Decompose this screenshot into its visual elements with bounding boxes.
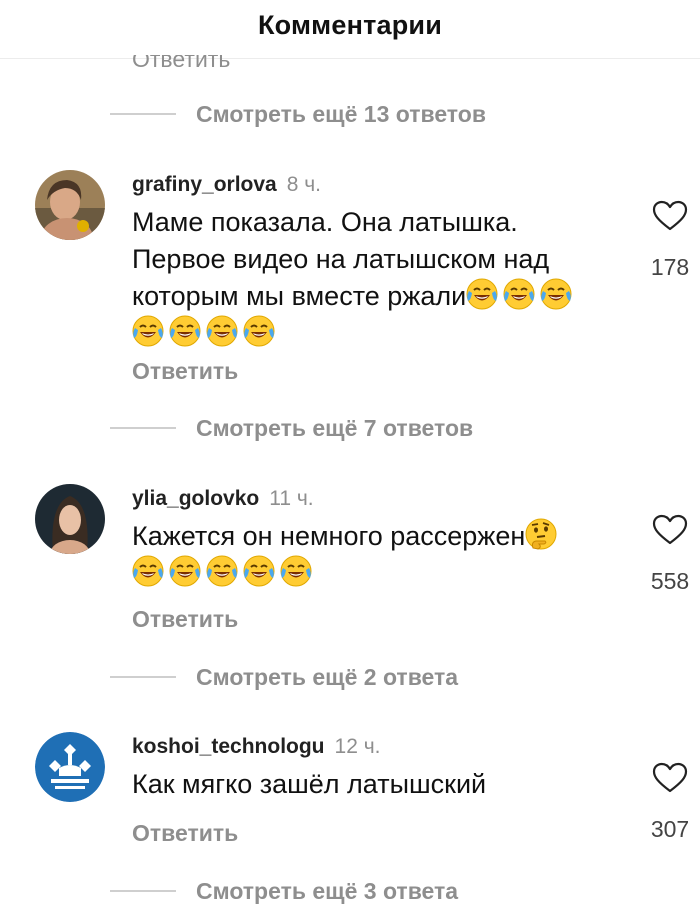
thinking-face-icon: [525, 518, 557, 550]
face-with-tears-of-joy-icon: [132, 555, 164, 587]
view-replies-button[interactable]: Смотреть ещё 3 ответа: [110, 876, 458, 906]
view-replies-button[interactable]: Смотреть ещё 7 ответов: [110, 413, 473, 443]
face-with-tears-of-joy-icon: [206, 315, 238, 347]
thread-line: [110, 427, 176, 429]
avatar[interactable]: [35, 170, 105, 240]
face-with-tears-of-joy-icon: [169, 555, 201, 587]
face-with-tears-of-joy-icon: [243, 315, 275, 347]
face-with-tears-of-joy-icon: [280, 555, 312, 587]
comment-meta: grafiny_orlova 8 ч.: [132, 170, 321, 200]
face-with-tears-of-joy-icon: [169, 315, 201, 347]
heart-icon[interactable]: [652, 514, 688, 546]
reply-button[interactable]: Ответить: [132, 55, 230, 73]
thread-line: [110, 113, 176, 115]
view-replies-label: Смотреть ещё 13 ответов: [196, 100, 486, 127]
comment-text: Маме показала. Она латышка. Первое видео…: [132, 204, 612, 352]
reply-button[interactable]: Ответить: [132, 358, 238, 385]
header-divider: [0, 58, 700, 59]
timestamp: 12 ч.: [334, 735, 381, 758]
comment-text-line: Как мягко зашёл латышский: [132, 769, 487, 799]
username[interactable]: ylia_golovko: [132, 487, 259, 511]
timestamp: 8 ч.: [286, 173, 322, 196]
top-bar: Комментарии: [0, 0, 700, 50]
emoji-line: [132, 315, 612, 352]
reply-button[interactable]: Ответить: [132, 820, 238, 847]
comment-text-fragment: Кажется он немного рассержен: [132, 521, 526, 551]
comment-text: Как мягко зашёл латышский: [132, 766, 612, 803]
face-with-tears-of-joy-icon: [466, 278, 498, 310]
thread-line: [110, 676, 176, 678]
company-logo: [35, 732, 105, 802]
username[interactable]: grafiny_orlova: [132, 173, 277, 197]
comment-text-line: Маме показала. Она латышка.: [132, 207, 518, 237]
comment-text-fragment: которым мы вместе ржали: [132, 281, 467, 311]
comment-text-line: Кажется он немного рассержен: [132, 518, 612, 555]
view-replies-label: Смотреть ещё 7 ответов: [196, 414, 474, 441]
like-count: 558: [650, 568, 690, 594]
view-replies-button[interactable]: Смотреть ещё 2 ответа: [110, 662, 458, 692]
like-control: 558: [640, 514, 700, 595]
heart-icon[interactable]: [652, 762, 688, 794]
face-with-tears-of-joy-icon: [132, 315, 164, 347]
comment-meta: ylia_golovko 11 ч.: [132, 484, 314, 514]
like-control: 178: [640, 200, 700, 281]
comment-text-line: которым мы вместе ржали: [132, 278, 612, 315]
timestamp: 11 ч.: [269, 487, 314, 510]
thread-line: [110, 890, 176, 892]
view-replies-label: Смотреть ещё 3 ответа: [196, 877, 459, 904]
face-with-tears-of-joy-icon: [243, 555, 275, 587]
like-count: 307: [650, 816, 690, 842]
avatar[interactable]: [35, 484, 105, 554]
like-count: 178: [650, 254, 690, 280]
view-replies-button[interactable]: Смотреть ещё 13 ответов: [110, 99, 486, 129]
comment-meta: koshoi_technologu 12 ч.: [132, 732, 380, 762]
emoji-line: [132, 555, 612, 592]
username[interactable]: koshoi_technologu: [132, 735, 325, 759]
avatar[interactable]: [35, 732, 105, 802]
face-with-tears-of-joy-icon: [503, 278, 535, 310]
face-with-tears-of-joy-icon: [540, 278, 572, 310]
page-title: Комментарии: [257, 9, 442, 40]
comment-text-line: Первое видео на латышском над: [132, 244, 550, 274]
reply-button[interactable]: Ответить: [132, 606, 238, 633]
heart-icon[interactable]: [652, 200, 688, 232]
like-control: 307: [640, 762, 700, 843]
view-replies-label: Смотреть ещё 2 ответа: [196, 663, 459, 690]
comment-text: Кажется он немного рассержен: [132, 518, 612, 592]
face-with-tears-of-joy-icon: [206, 555, 238, 587]
